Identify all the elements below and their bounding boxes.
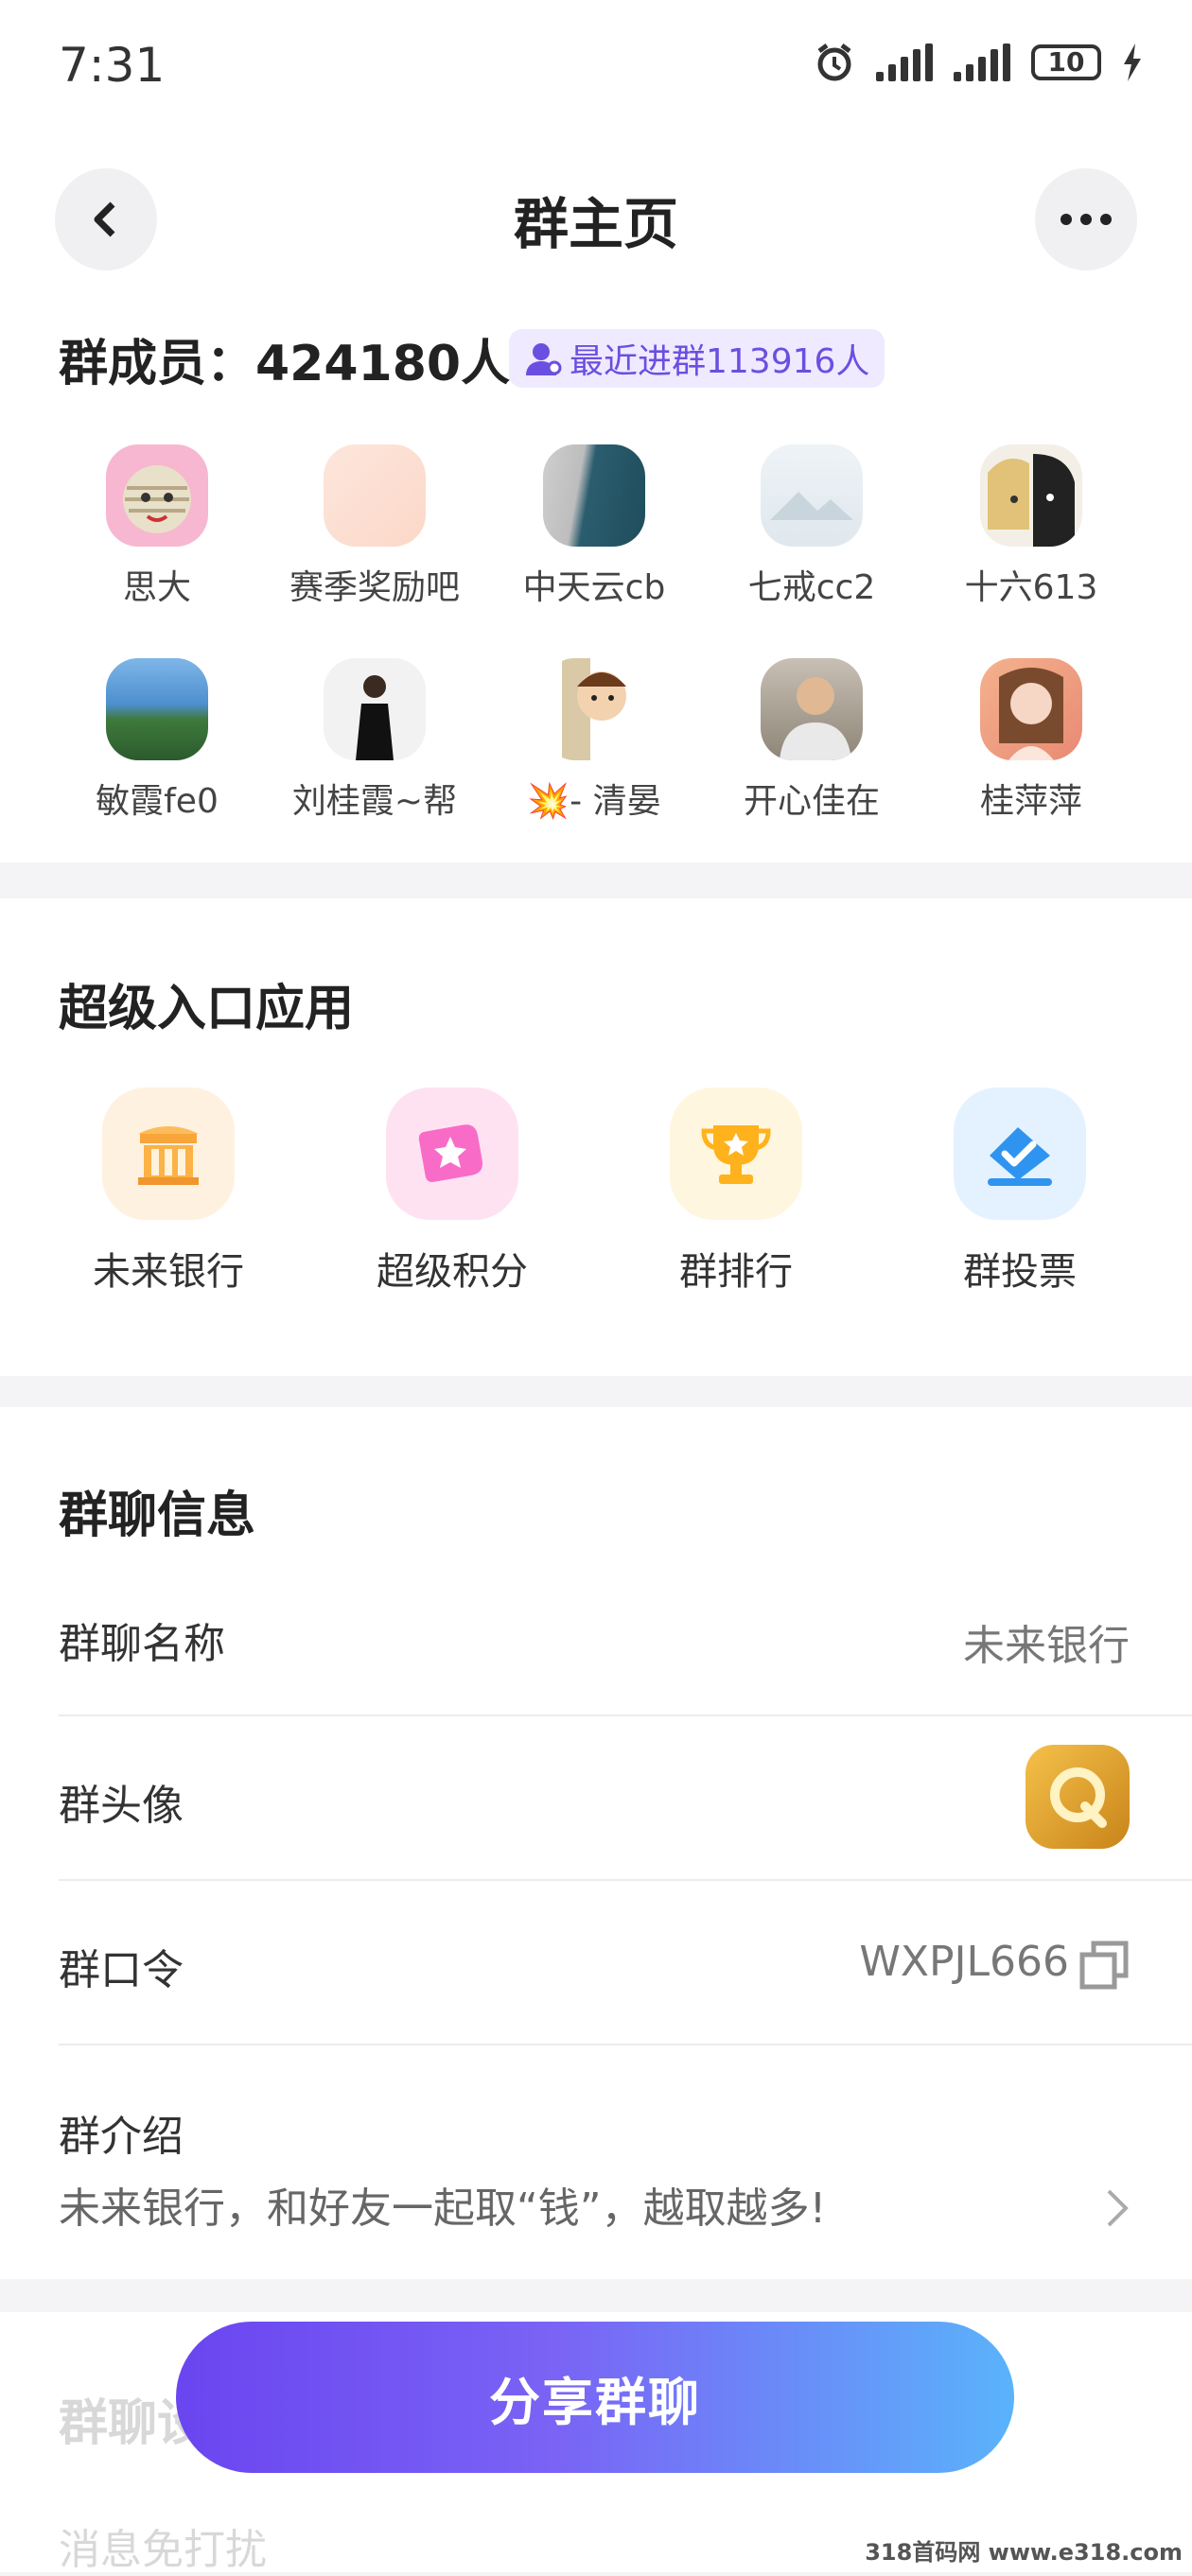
member-item[interactable]: 中天云cb [490, 444, 698, 609]
group-name-label: 群聊名称 [59, 1620, 225, 1668]
group-intro-row[interactable]: 群介绍 未来银行，和好友一起取“钱”，越取越多! [0, 2045, 1192, 2272]
battery-icon: 10 [1031, 44, 1101, 80]
super-apps-title: 超级入口应用 [59, 981, 355, 1037]
signal-icon [876, 44, 933, 81]
group-name-row[interactable]: 群聊名称 未来银行 [0, 1551, 1192, 1712]
member-item[interactable]: 开心佳在 [708, 658, 916, 823]
member-name: 七戒cc2 [747, 568, 876, 607]
app-group-vote[interactable]: 群投票 [906, 1088, 1133, 1296]
app-label: 群投票 [963, 1250, 1077, 1294]
member-item[interactable]: 七戒cc2 [708, 444, 916, 609]
charging-icon [1124, 44, 1141, 81]
status-icons: 10 [814, 42, 1143, 83]
recent-joined-text: 最近进群113916人 [570, 342, 870, 381]
page-title: 群主页 [513, 192, 678, 256]
member-count: 群成员：424180人 [59, 336, 511, 392]
app-label: 超级积分 [377, 1250, 528, 1294]
member-name: 敏霞fe0 [96, 782, 219, 821]
alarm-icon [817, 44, 851, 81]
member-name: 中天云cb [522, 568, 666, 607]
member-item[interactable]: 刘桂霞~帮 [271, 658, 479, 823]
copy-icon[interactable] [1078, 1940, 1130, 1991]
group-code-value: WXPJL666 [859, 1938, 1069, 1986]
group-avatar-label: 群头像 [59, 1782, 184, 1830]
avatar [980, 658, 1082, 760]
member-name: 💥- 清晏 [527, 782, 661, 821]
app-super-points[interactable]: 超级积分 [339, 1088, 566, 1296]
q-logo-icon [1050, 1767, 1107, 1828]
member-name: 十六613 [964, 568, 1098, 607]
member-name: 刘桂霞~帮 [291, 782, 458, 821]
app-label: 未来银行 [93, 1250, 244, 1294]
watermark: 318首码网 www.e318.com [865, 2539, 1183, 2566]
avatar [106, 444, 208, 547]
app-future-bank[interactable]: 未来银行 [55, 1088, 282, 1296]
more-button[interactable] [1035, 168, 1137, 270]
member-name: 思大 [122, 568, 191, 607]
member-name: 赛季奖励吧 [289, 568, 460, 607]
group-code-row[interactable]: 群口令 WXPJL666 [0, 1881, 1192, 2044]
share-group-button[interactable]: 分享群聊 [176, 2322, 1014, 2473]
app-label: 群排行 [679, 1250, 793, 1294]
status-time: 7:31 [59, 38, 166, 93]
bank-icon [102, 1088, 235, 1220]
group-avatar[interactable] [1025, 1745, 1130, 1849]
member-item[interactable]: 思大 [53, 444, 261, 609]
chevron-right-icon [1107, 2189, 1129, 2227]
group-intro-value: 未来银行，和好友一起取“钱”，越取越多! [59, 2184, 827, 2233]
avatar [543, 658, 645, 760]
member-item[interactable]: 敏霞fe0 [53, 658, 261, 823]
signal-icon-2 [954, 44, 1010, 81]
avatar [980, 444, 1082, 547]
avatar [761, 658, 863, 760]
avatar [324, 444, 426, 547]
avatar [106, 658, 208, 760]
avatar [543, 444, 645, 547]
user-icon [526, 343, 562, 375]
member-item[interactable]: 十六613 [927, 444, 1135, 609]
points-icon [386, 1088, 518, 1220]
app-group-ranking[interactable]: 群排行 [622, 1088, 850, 1296]
group-avatar-row[interactable]: 群头像 [0, 1716, 1192, 1879]
group-name-value: 未来银行 [963, 1622, 1130, 1670]
recent-joined-badge[interactable]: 最近进群113916人 [509, 329, 885, 388]
vote-icon [954, 1088, 1086, 1220]
trophy-icon [670, 1088, 802, 1220]
member-name: 开心佳在 [743, 782, 880, 821]
member-item[interactable]: 💥- 清晏 [490, 658, 698, 823]
member-item[interactable]: 桂萍萍 [927, 658, 1135, 823]
member-name: 桂萍萍 [979, 782, 1082, 821]
avatar [761, 444, 863, 547]
avatar [324, 658, 426, 760]
do-not-disturb-label: 消息免打扰 [59, 2526, 267, 2574]
member-item[interactable]: 赛季奖励吧 [271, 444, 479, 609]
group-intro-label: 群介绍 [59, 2113, 184, 2161]
group-info-title: 群聊信息 [59, 1488, 256, 1544]
group-code-label: 群口令 [59, 1946, 184, 1994]
more-icon [1061, 214, 1112, 225]
